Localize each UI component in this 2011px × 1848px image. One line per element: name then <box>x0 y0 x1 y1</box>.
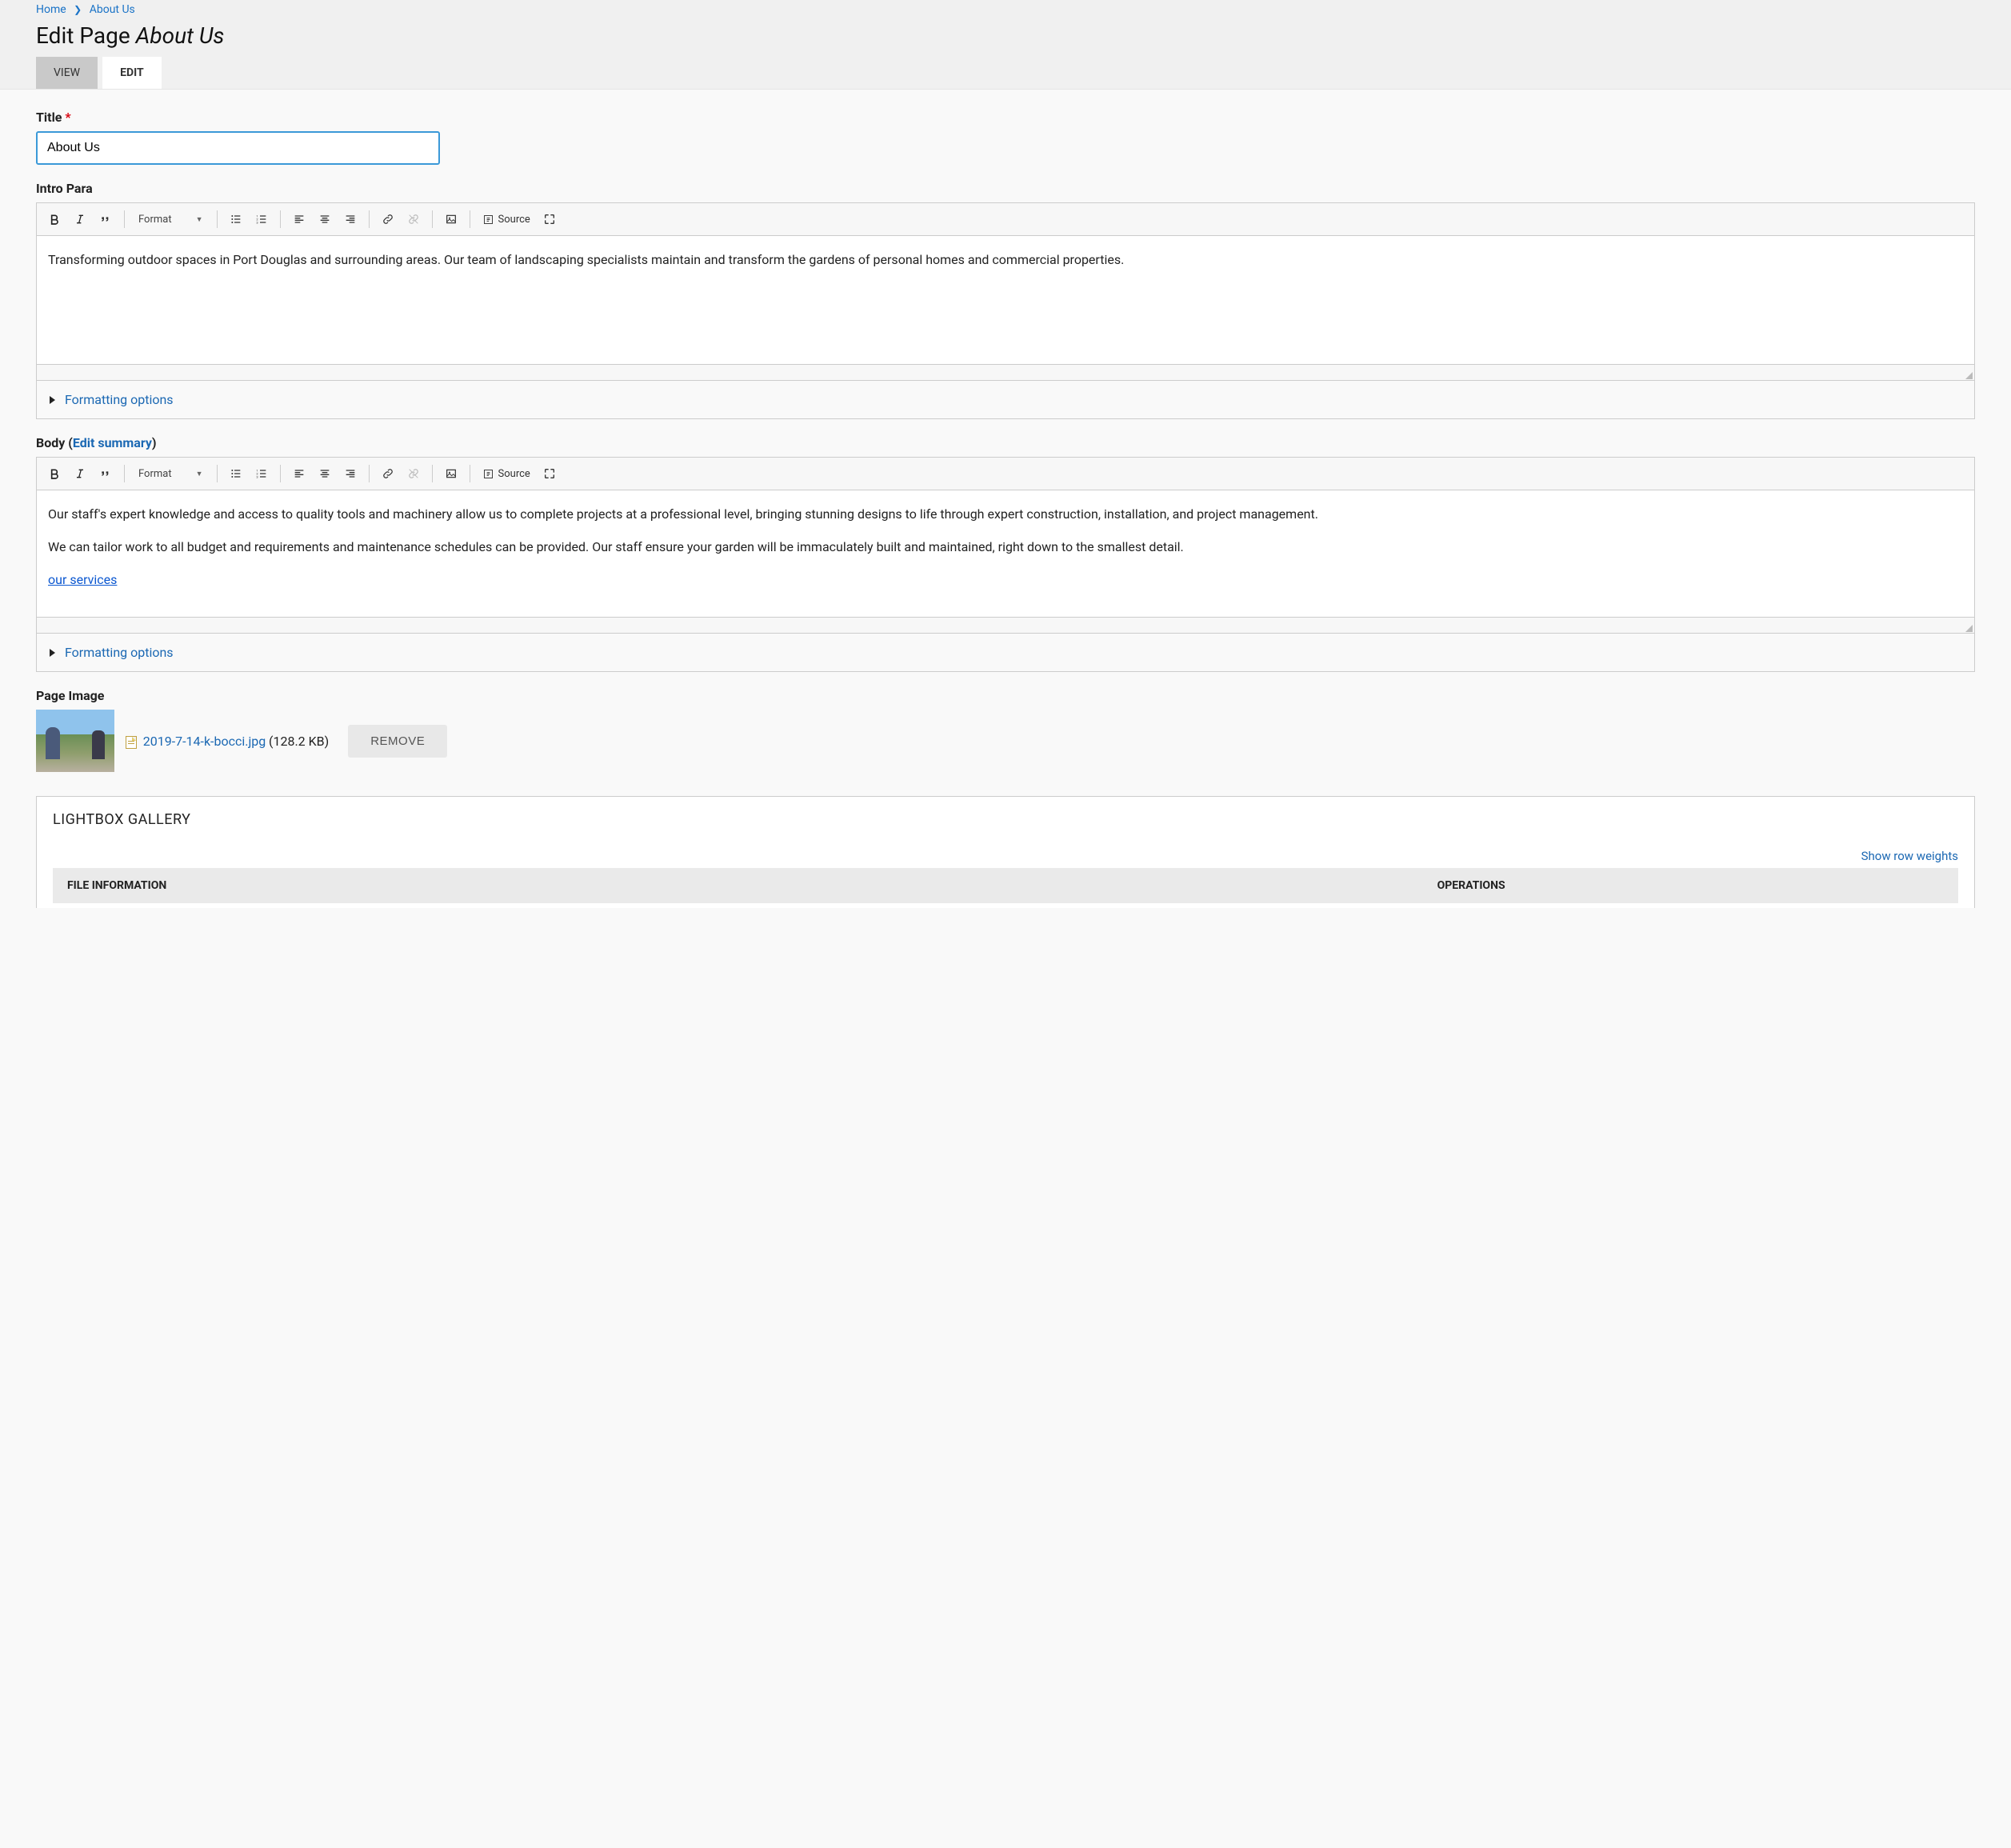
caret-right-icon <box>50 396 55 404</box>
resize-handle-icon[interactable] <box>1965 625 1973 632</box>
chevron-down-icon: ▼ <box>196 470 203 478</box>
italic-icon[interactable] <box>69 462 91 485</box>
editor-statusbar <box>37 617 1974 633</box>
intro-formatting-options[interactable]: Formatting options <box>36 381 1975 419</box>
required-mark: * <box>65 110 70 125</box>
intro-label: Intro Para <box>36 181 1975 196</box>
body-link-our-services[interactable]: our services <box>48 572 117 587</box>
format-dropdown[interactable]: Format▼ <box>132 462 210 485</box>
image-icon[interactable] <box>440 208 462 230</box>
show-row-weights-link[interactable]: Show row weights <box>1861 849 1958 863</box>
toolbar-separator <box>217 210 218 228</box>
caret-right-icon <box>50 649 55 657</box>
chevron-down-icon: ▼ <box>196 215 203 224</box>
title-input[interactable] <box>36 131 440 165</box>
italic-icon[interactable] <box>69 208 91 230</box>
tab-view[interactable]: VIEW <box>36 57 98 89</box>
intro-content[interactable]: Transforming outdoor spaces in Port Doug… <box>37 236 1974 364</box>
image-icon[interactable] <box>440 462 462 485</box>
align-right-icon[interactable] <box>339 462 362 485</box>
page-title: Edit Page About Us <box>36 22 1975 49</box>
gallery-table-header: FILE INFORMATION OPERATIONS <box>53 868 1958 903</box>
title-label: Title * <box>36 110 1975 125</box>
format-dropdown[interactable]: Format▼ <box>132 208 210 230</box>
numbered-list-icon[interactable]: 123 <box>250 462 273 485</box>
source-icon <box>482 214 494 226</box>
bulleted-list-icon[interactable] <box>225 208 247 230</box>
toolbar-separator <box>280 465 281 482</box>
page-image-label: Page Image <box>36 688 1975 703</box>
blockquote-icon[interactable] <box>94 208 117 230</box>
bulleted-list-icon[interactable] <box>225 462 247 485</box>
intro-editor: Format▼ 123 Source <box>36 202 1975 381</box>
maximize-icon[interactable] <box>538 208 561 230</box>
toolbar-separator <box>369 210 370 228</box>
svg-text:3: 3 <box>256 474 258 478</box>
bold-icon[interactable] <box>43 462 66 485</box>
col-operations: OPERATIONS <box>1437 879 1944 892</box>
remove-image-button[interactable]: REMOVE <box>348 725 447 758</box>
toolbar-separator <box>124 210 125 228</box>
link-icon[interactable] <box>377 462 399 485</box>
toolbar-separator <box>432 210 433 228</box>
toolbar-separator <box>124 465 125 482</box>
maximize-icon[interactable] <box>538 462 561 485</box>
align-left-icon[interactable] <box>288 208 310 230</box>
numbered-list-icon[interactable]: 123 <box>250 208 273 230</box>
source-button[interactable]: Source <box>478 208 535 230</box>
breadcrumb-home[interactable]: Home <box>36 3 66 16</box>
intro-toolbar: Format▼ 123 Source <box>37 203 1974 236</box>
source-button[interactable]: Source <box>478 462 535 485</box>
toolbar-separator <box>369 465 370 482</box>
body-content[interactable]: Our staff's expert knowledge and access … <box>37 490 1974 617</box>
file-icon <box>126 736 137 749</box>
toolbar-separator <box>432 465 433 482</box>
edit-summary-link[interactable]: Edit summary <box>73 435 152 450</box>
resize-handle-icon[interactable] <box>1965 372 1973 379</box>
source-icon <box>482 468 494 480</box>
align-left-icon[interactable] <box>288 462 310 485</box>
page-image-filename[interactable]: 2019-7-14-k-bocci.jpg <box>143 734 266 749</box>
body-editor: Format▼ 123 Source <box>36 457 1975 634</box>
col-file-info: FILE INFORMATION <box>67 879 1437 892</box>
formatting-options-link[interactable]: Formatting options <box>65 392 174 407</box>
chevron-right-icon: ❯ <box>74 4 82 15</box>
page-image-size: (128.2 KB) <box>269 734 329 749</box>
lightbox-gallery-panel: LIGHTBOX GALLERY Show row weights FILE I… <box>36 796 1975 908</box>
editor-statusbar <box>37 364 1974 380</box>
svg-text:3: 3 <box>256 220 258 224</box>
tabs: VIEW EDIT <box>36 57 1975 89</box>
bold-icon[interactable] <box>43 208 66 230</box>
tab-edit[interactable]: EDIT <box>102 57 162 89</box>
align-center-icon[interactable] <box>314 462 336 485</box>
unlink-icon[interactable] <box>402 208 425 230</box>
toolbar-separator <box>280 210 281 228</box>
body-formatting-options[interactable]: Formatting options <box>36 634 1975 672</box>
toolbar-separator <box>217 465 218 482</box>
align-center-icon[interactable] <box>314 208 336 230</box>
blockquote-icon[interactable] <box>94 462 117 485</box>
formatting-options-link[interactable]: Formatting options <box>65 645 174 660</box>
gallery-title: LIGHTBOX GALLERY <box>53 811 1958 828</box>
breadcrumb: Home ❯ About Us <box>36 0 1975 22</box>
body-label: Body (Edit summary) <box>36 435 1975 450</box>
body-toolbar: Format▼ 123 Source <box>37 458 1974 490</box>
page-image-thumbnail <box>36 710 114 772</box>
link-icon[interactable] <box>377 208 399 230</box>
breadcrumb-about-us[interactable]: About Us <box>90 3 135 16</box>
unlink-icon[interactable] <box>402 462 425 485</box>
align-right-icon[interactable] <box>339 208 362 230</box>
